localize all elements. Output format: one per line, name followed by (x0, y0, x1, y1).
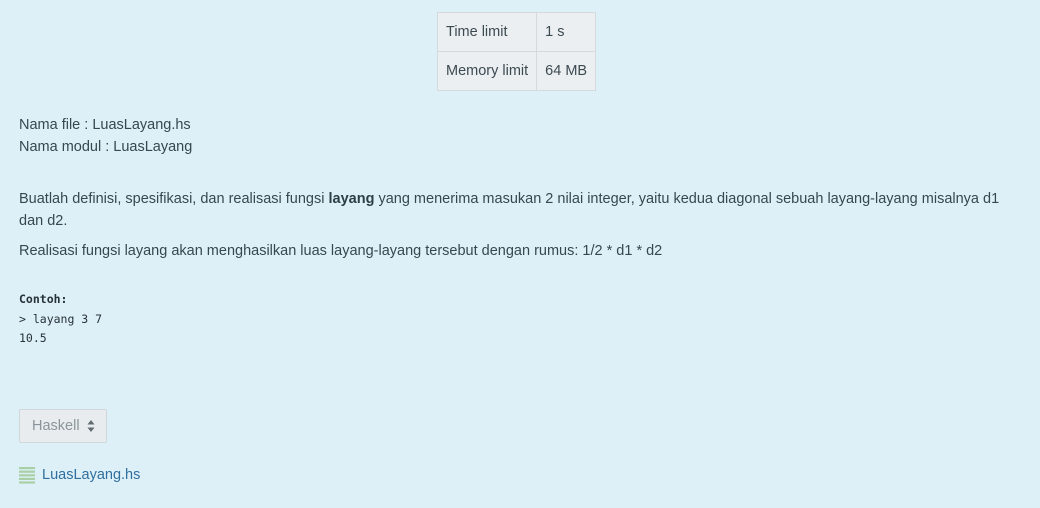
language-select[interactable]: Haskell (19, 409, 107, 443)
description-text-1a: Buatlah definisi, spesifikasi, dan reali… (19, 191, 329, 207)
memory-limit-row: Memory limit 64 MB (436, 51, 597, 91)
function-name-bold: layang (328, 191, 375, 207)
description-paragraph-2: Realisasi fungsi layang akan menghasilka… (19, 243, 663, 259)
module-name-text: Nama modul : LuasLayang (19, 139, 193, 155)
file-name-text: Nama file : LuasLayang.hs (19, 117, 191, 133)
problem-description: Buatlah definisi, spesifikasi, dan reali… (19, 188, 1024, 270)
memory-limit-label: Memory limit (436, 51, 538, 91)
example-block: Contoh: > layang 3 7 10.5 (19, 290, 102, 349)
time-limit-label: Time limit (436, 12, 538, 52)
example-output-line: 10.5 (19, 331, 47, 345)
language-select-value: Haskell (32, 418, 80, 434)
sort-arrows-icon (87, 420, 95, 432)
file-info: Nama file : LuasLayang.hs Nama modul : L… (19, 114, 192, 158)
attachment-label[interactable]: LuasLayang.hs (42, 467, 140, 483)
text-file-icon (19, 467, 35, 484)
memory-limit-value: 64 MB (536, 51, 597, 91)
example-heading: Contoh: (19, 292, 68, 306)
time-limit-value: 1 s (536, 12, 597, 52)
example-input-line: > layang 3 7 (19, 311, 103, 326)
limits-table: Time limit 1 s Memory limit 64 MB (436, 12, 597, 91)
description-paragraph-1: Buatlah definisi, spesifikasi, dan reali… (19, 188, 1024, 232)
attachment-link[interactable]: LuasLayang.hs (19, 466, 140, 484)
time-limit-row: Time limit 1 s (436, 12, 597, 52)
